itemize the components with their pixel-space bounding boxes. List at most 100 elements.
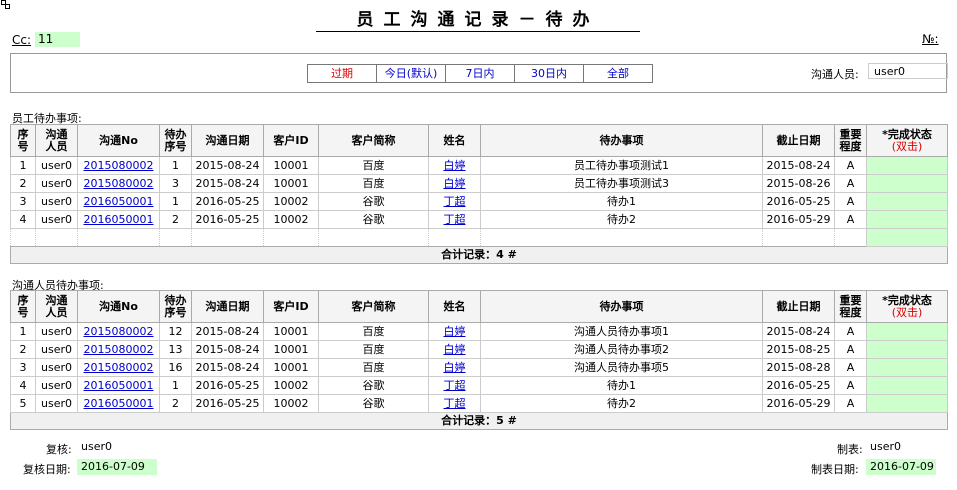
completion-status-cell[interactable] — [866, 228, 948, 247]
row-item-cell: 沟通人员待办事项2 — [480, 340, 763, 359]
col-person[interactable]: 沟通 人员 — [35, 124, 78, 157]
row-item-cell: 待办1 — [480, 192, 763, 211]
row-item-cell: 待办2 — [480, 394, 763, 413]
row-name-link[interactable]: 丁超 — [444, 379, 466, 392]
col-todo-seq[interactable]: 待办 序号 — [159, 290, 192, 323]
empty-cell — [480, 228, 763, 247]
review-date-value[interactable]: 2016-07-09 — [77, 459, 157, 475]
col-comm-date[interactable]: 沟通日期 — [191, 124, 264, 157]
col-person[interactable]: 沟通 人员 — [35, 290, 78, 323]
row-cust-short-cell: 百度 — [318, 174, 429, 193]
row-seq-cell: 3 — [10, 358, 36, 377]
empty-cell — [428, 228, 481, 247]
col-deadline[interactable]: 截止日期 — [762, 124, 835, 157]
row-name-link-cell: 白婷 — [428, 340, 481, 359]
table-row[interactable]: 3 user0 2016050001 1 2016-05-25 10002 谷歌 丁超 待办1 2… — [10, 192, 948, 211]
col-deadline[interactable]: 截止日期 — [762, 290, 835, 323]
empty-cell — [318, 228, 429, 247]
empty-cell — [191, 228, 264, 247]
row-cust-id-cell: 10001 — [263, 340, 319, 359]
col-comm-no[interactable]: 沟通No — [77, 290, 160, 323]
table-row[interactable]: 2 user0 2015080002 3 2015-08-24 10001 百度 白婷 员工待办… — [10, 174, 948, 193]
row-importance-cell: A — [834, 358, 867, 377]
col-cust-short[interactable]: 客户简称 — [318, 290, 429, 323]
col-comm-no[interactable]: 沟通No — [77, 124, 160, 157]
col-seq[interactable]: 序号 — [10, 290, 36, 323]
row-comm-no-link-cell: 2015080002 — [77, 358, 160, 377]
row-name-link[interactable]: 丁超 — [444, 213, 466, 226]
row-comm-no-link[interactable]: 2015080002 — [84, 343, 154, 356]
make-date-value[interactable]: 2016-07-09 — [866, 459, 936, 475]
table-row[interactable]: 3 user0 2015080002 16 2015-08-24 10001 百度 白婷 沟通人… — [10, 358, 948, 377]
completion-status-cell[interactable] — [866, 358, 948, 377]
row-name-link-cell: 白婷 — [428, 322, 481, 341]
table-row[interactable]: 1 user0 2015080002 1 2015-08-24 10001 百度 白婷 员工待办… — [10, 156, 948, 175]
filter-overdue-button[interactable]: 过期 — [307, 64, 377, 83]
row-comm-no-link[interactable]: 2016050001 — [84, 379, 154, 392]
filter-7days-button[interactable]: 7日内 — [445, 64, 515, 83]
col-importance[interactable]: 重要 程度 — [834, 290, 867, 323]
completion-status-cell[interactable] — [866, 192, 948, 211]
row-comm-no-link[interactable]: 2016050001 — [84, 195, 154, 208]
table-row[interactable]: 5 user0 2016050001 2 2016-05-25 10002 谷歌 丁超 待办2 2… — [10, 394, 948, 413]
completion-status-cell[interactable] — [866, 376, 948, 395]
col-cust-short[interactable]: 客户简称 — [318, 124, 429, 157]
col-seq[interactable]: 序号 — [10, 124, 36, 157]
col-status[interactable]: *完成状态 (双击) — [866, 290, 948, 323]
filter-30days-button[interactable]: 30日内 — [514, 64, 584, 83]
col-item[interactable]: 待办事项 — [480, 124, 763, 157]
row-comm-no-link[interactable]: 2015080002 — [84, 159, 154, 172]
row-name-link[interactable]: 白婷 — [444, 159, 466, 172]
col-name[interactable]: 姓名 — [428, 290, 481, 323]
row-comm-no-link[interactable]: 2016050001 — [84, 397, 154, 410]
col-name[interactable]: 姓名 — [428, 124, 481, 157]
filter-all-button[interactable]: 全部 — [583, 64, 653, 83]
row-deadline-cell: 2016-05-25 — [762, 192, 835, 211]
completion-status-cell[interactable] — [866, 210, 948, 229]
row-deadline-cell: 2015-08-28 — [762, 358, 835, 377]
total-row: 合计记录：4 # — [10, 246, 948, 264]
row-seq-cell: 4 — [10, 376, 36, 395]
total-row: 合计记录：5 # — [10, 412, 948, 430]
row-name-link[interactable]: 白婷 — [444, 361, 466, 374]
col-cust-id[interactable]: 客户ID — [263, 124, 319, 157]
employee-todo-table: 序号 沟通 人员 沟通No 待办 序号 沟通日期 客户ID 客户简称 姓名 待办事项… — [10, 124, 948, 264]
empty-cell — [10, 228, 36, 247]
col-cust-id[interactable]: 客户ID — [263, 290, 319, 323]
row-comm-no-link[interactable]: 2016050001 — [84, 213, 154, 226]
row-comm-no-link[interactable]: 2015080002 — [84, 325, 154, 338]
row-comm-no-link[interactable]: 2015080002 — [84, 177, 154, 190]
row-person-cell: user0 — [35, 358, 78, 377]
row-name-link[interactable]: 丁超 — [444, 195, 466, 208]
row-comm-no-link-cell: 2016050001 — [77, 192, 160, 211]
cc-value-field[interactable]: 11 — [35, 32, 80, 47]
row-cust-id-cell: 10002 — [263, 192, 319, 211]
row-person-cell: user0 — [35, 340, 78, 359]
row-importance-cell: A — [834, 210, 867, 229]
table-row[interactable]: 4 user0 2016050001 1 2016-05-25 10002 谷歌 丁超 待办1 2… — [10, 376, 948, 395]
comm-person-input[interactable]: user0 — [868, 63, 948, 79]
row-name-link[interactable]: 白婷 — [444, 343, 466, 356]
table-row[interactable]: 2 user0 2015080002 13 2015-08-24 10001 百度 白婷 沟通人… — [10, 340, 948, 359]
col-item[interactable]: 待办事项 — [480, 290, 763, 323]
row-comm-no-link[interactable]: 2015080002 — [84, 361, 154, 374]
row-comm-date-cell: 2015-08-24 — [191, 174, 264, 193]
row-comm-no-link-cell: 2016050001 — [77, 376, 160, 395]
completion-status-cell[interactable] — [866, 322, 948, 341]
completion-status-cell[interactable] — [866, 394, 948, 413]
completion-status-cell[interactable] — [866, 340, 948, 359]
row-name-link[interactable]: 白婷 — [444, 325, 466, 338]
filter-today-button[interactable]: 今日(默认) — [376, 64, 446, 83]
col-status[interactable]: *完成状态 (双击) — [866, 124, 948, 157]
row-name-link[interactable]: 白婷 — [444, 177, 466, 190]
col-todo-seq[interactable]: 待办 序号 — [159, 124, 192, 157]
row-name-link[interactable]: 丁超 — [444, 397, 466, 410]
row-todo-seq-cell: 3 — [159, 174, 192, 193]
col-importance[interactable]: 重要 程度 — [834, 124, 867, 157]
empty-row — [10, 228, 948, 247]
completion-status-cell[interactable] — [866, 156, 948, 175]
table-row[interactable]: 4 user0 2016050001 2 2016-05-25 10002 谷歌 丁超 待办2 2… — [10, 210, 948, 229]
col-comm-date[interactable]: 沟通日期 — [191, 290, 264, 323]
completion-status-cell[interactable] — [866, 174, 948, 193]
table-row[interactable]: 1 user0 2015080002 12 2015-08-24 10001 百度 白婷 沟通人… — [10, 322, 948, 341]
